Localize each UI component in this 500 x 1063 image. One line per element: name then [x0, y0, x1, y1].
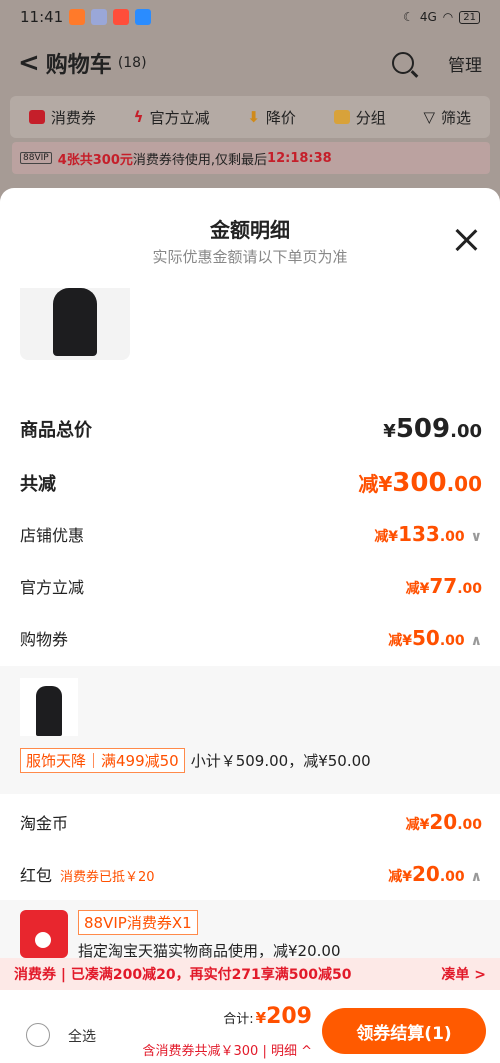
select-all-radio[interactable] [26, 1023, 50, 1047]
promo-bar[interactable]: 消费券 | 已凑满200减20，再实付271享满500减50 凑单 > [0, 958, 500, 990]
shop-discount-label: 店铺优惠 [20, 526, 85, 545]
hongbao-value: 20 [411, 862, 440, 886]
folder-icon [333, 110, 350, 124]
shop-discount-value: 133 [398, 522, 440, 546]
coat-image [53, 288, 97, 356]
hongbao-row[interactable]: 红包 消费券已抵￥20 减¥ 20.00 ∧ [20, 862, 482, 886]
battery-icon: 21 [459, 10, 480, 24]
page-title: 购物车 [45, 53, 112, 78]
vip-highlight: 4张共300元 [57, 152, 133, 168]
close-icon[interactable] [454, 228, 478, 252]
official-discount-label: 官方立减 [20, 578, 85, 597]
status-bar: 11:41 ☾ 4G ◠ 21 [0, 0, 500, 34]
filter-bar: 消费券 ϟ 官方立减 ⬇ 降价 分组 ▽ 筛选 [10, 96, 490, 138]
select-all-label[interactable]: 全选 [68, 1026, 96, 1046]
manage-button[interactable]: 管理 [448, 51, 482, 76]
cart-header: < 购物车 (18) 管理 [0, 38, 500, 88]
total-reduce-label: 共减 [20, 474, 56, 495]
official-discount-value: 77 [429, 574, 458, 598]
vip-timer: 12:18:38 [267, 150, 332, 166]
total-reduce-row: 共减 减¥ 300.00 [20, 468, 482, 498]
cart-count: (18) [117, 55, 147, 71]
voucher-coupon-tag: 服饰天降｜满499减50 [20, 748, 185, 773]
app-notification-icon [91, 9, 108, 25]
arrow-down-icon: ⬇ [247, 108, 260, 126]
total-amount-value: 209 [266, 1004, 312, 1029]
checkout-button[interactable]: 领券结算(1) [322, 1008, 486, 1054]
hongbao-label: 红包 [20, 866, 53, 885]
add-items-link[interactable]: 凑单 > [441, 964, 486, 984]
shop-discount-row[interactable]: 店铺优惠 减¥ 133.00 ∨ [20, 522, 482, 546]
hongbao-coupon-desc: 指定淘宝天猫实物商品使用，减¥20.00 [78, 942, 341, 958]
total-reduce-value: 300 [392, 468, 447, 498]
app-notification-icon [113, 9, 130, 25]
wifi-icon: ◠ [442, 10, 454, 24]
app-notification-icon [69, 9, 86, 25]
chevron-up-icon: ∧ [470, 869, 482, 885]
play-icon [135, 9, 152, 25]
voucher-icon [28, 110, 45, 124]
voucher-row[interactable]: 购物券 减¥ 50.00 ∧ [20, 626, 482, 650]
network-label: 4G [419, 10, 437, 24]
back-icon[interactable]: < [18, 48, 40, 78]
voucher-subtotal: 小计￥509.00，减¥50.00 [190, 752, 371, 770]
filter-screen[interactable]: ▽ 筛选 [423, 107, 471, 128]
voucher-label: 购物券 [20, 630, 69, 649]
chevron-up-icon: ∧ [470, 633, 482, 649]
amount-detail-sheet: 金额明细 实际优惠金额请以下单页为准 商品总价 ¥509.00 共减 减¥ 300… [0, 188, 500, 958]
taojinbi-row: 淘金币 减¥ 20.00 [20, 810, 482, 834]
lightning-icon: ϟ [133, 108, 144, 126]
filter-price-drop[interactable]: ⬇ 降价 [247, 107, 296, 128]
red-packet-icon [20, 910, 68, 958]
product-thumbnail [20, 288, 130, 360]
checkout-bar: 全选 合计: ¥209 含消费券共减￥300 | 明细 ^ 领券结算(1) [0, 990, 500, 1063]
search-icon[interactable] [392, 52, 414, 74]
saved-detail-toggle[interactable]: 含消费券共减￥300 | 明细 ^ [143, 1040, 312, 1059]
filter-official-discount[interactable]: ϟ 官方立减 [134, 107, 210, 128]
taojinbi-label: 淘金币 [20, 814, 69, 833]
official-discount-row: 官方立减 减¥ 77.00 [20, 574, 482, 598]
vip-text: 消费券待使用,仅剩最后 [132, 152, 268, 168]
promo-text: 消费券 | 已凑满200减20，再实付271享满500减50 [14, 967, 352, 983]
voucher-value: 50 [411, 626, 440, 650]
status-time: 11:41 [20, 8, 64, 26]
sheet-title: 金额明细 [210, 218, 290, 242]
filter-group[interactable]: 分组 [333, 107, 386, 128]
total-price-row: 商品总价 ¥509.00 [20, 414, 482, 444]
filter-voucher[interactable]: 消费券 [28, 107, 96, 128]
moon-icon: ☾ [403, 10, 414, 24]
filter-icon: ▽ [423, 108, 436, 126]
voucher-detail-panel: 服饰天降｜满499减50 小计￥509.00，减¥50.00 [0, 666, 500, 794]
total-price-label: 商品总价 [20, 420, 92, 441]
hongbao-note: 消费券已抵￥20 [60, 870, 155, 885]
vip-voucher-banner[interactable]: 88VIP 4张共300元 消费券待使用,仅剩最后 12:18:38 [12, 142, 490, 174]
coat-image [36, 686, 62, 736]
voucher-product-thumbnail [20, 678, 78, 736]
total-amount: 合计: ¥209 [223, 1004, 312, 1029]
total-price-value: 509 [395, 414, 451, 444]
chevron-down-icon: ∨ [470, 529, 482, 545]
sheet-subtitle: 实际优惠金额请以下单页为准 [152, 248, 348, 266]
vip-tag: 88VIP [20, 152, 52, 164]
taojinbi-value: 20 [429, 810, 458, 834]
hongbao-detail-panel: 88VIP消费券X1 指定淘宝天猫实物商品使用，减¥20.00 [0, 900, 500, 958]
vip-coupon-tag: 88VIP消费券X1 [78, 910, 198, 935]
